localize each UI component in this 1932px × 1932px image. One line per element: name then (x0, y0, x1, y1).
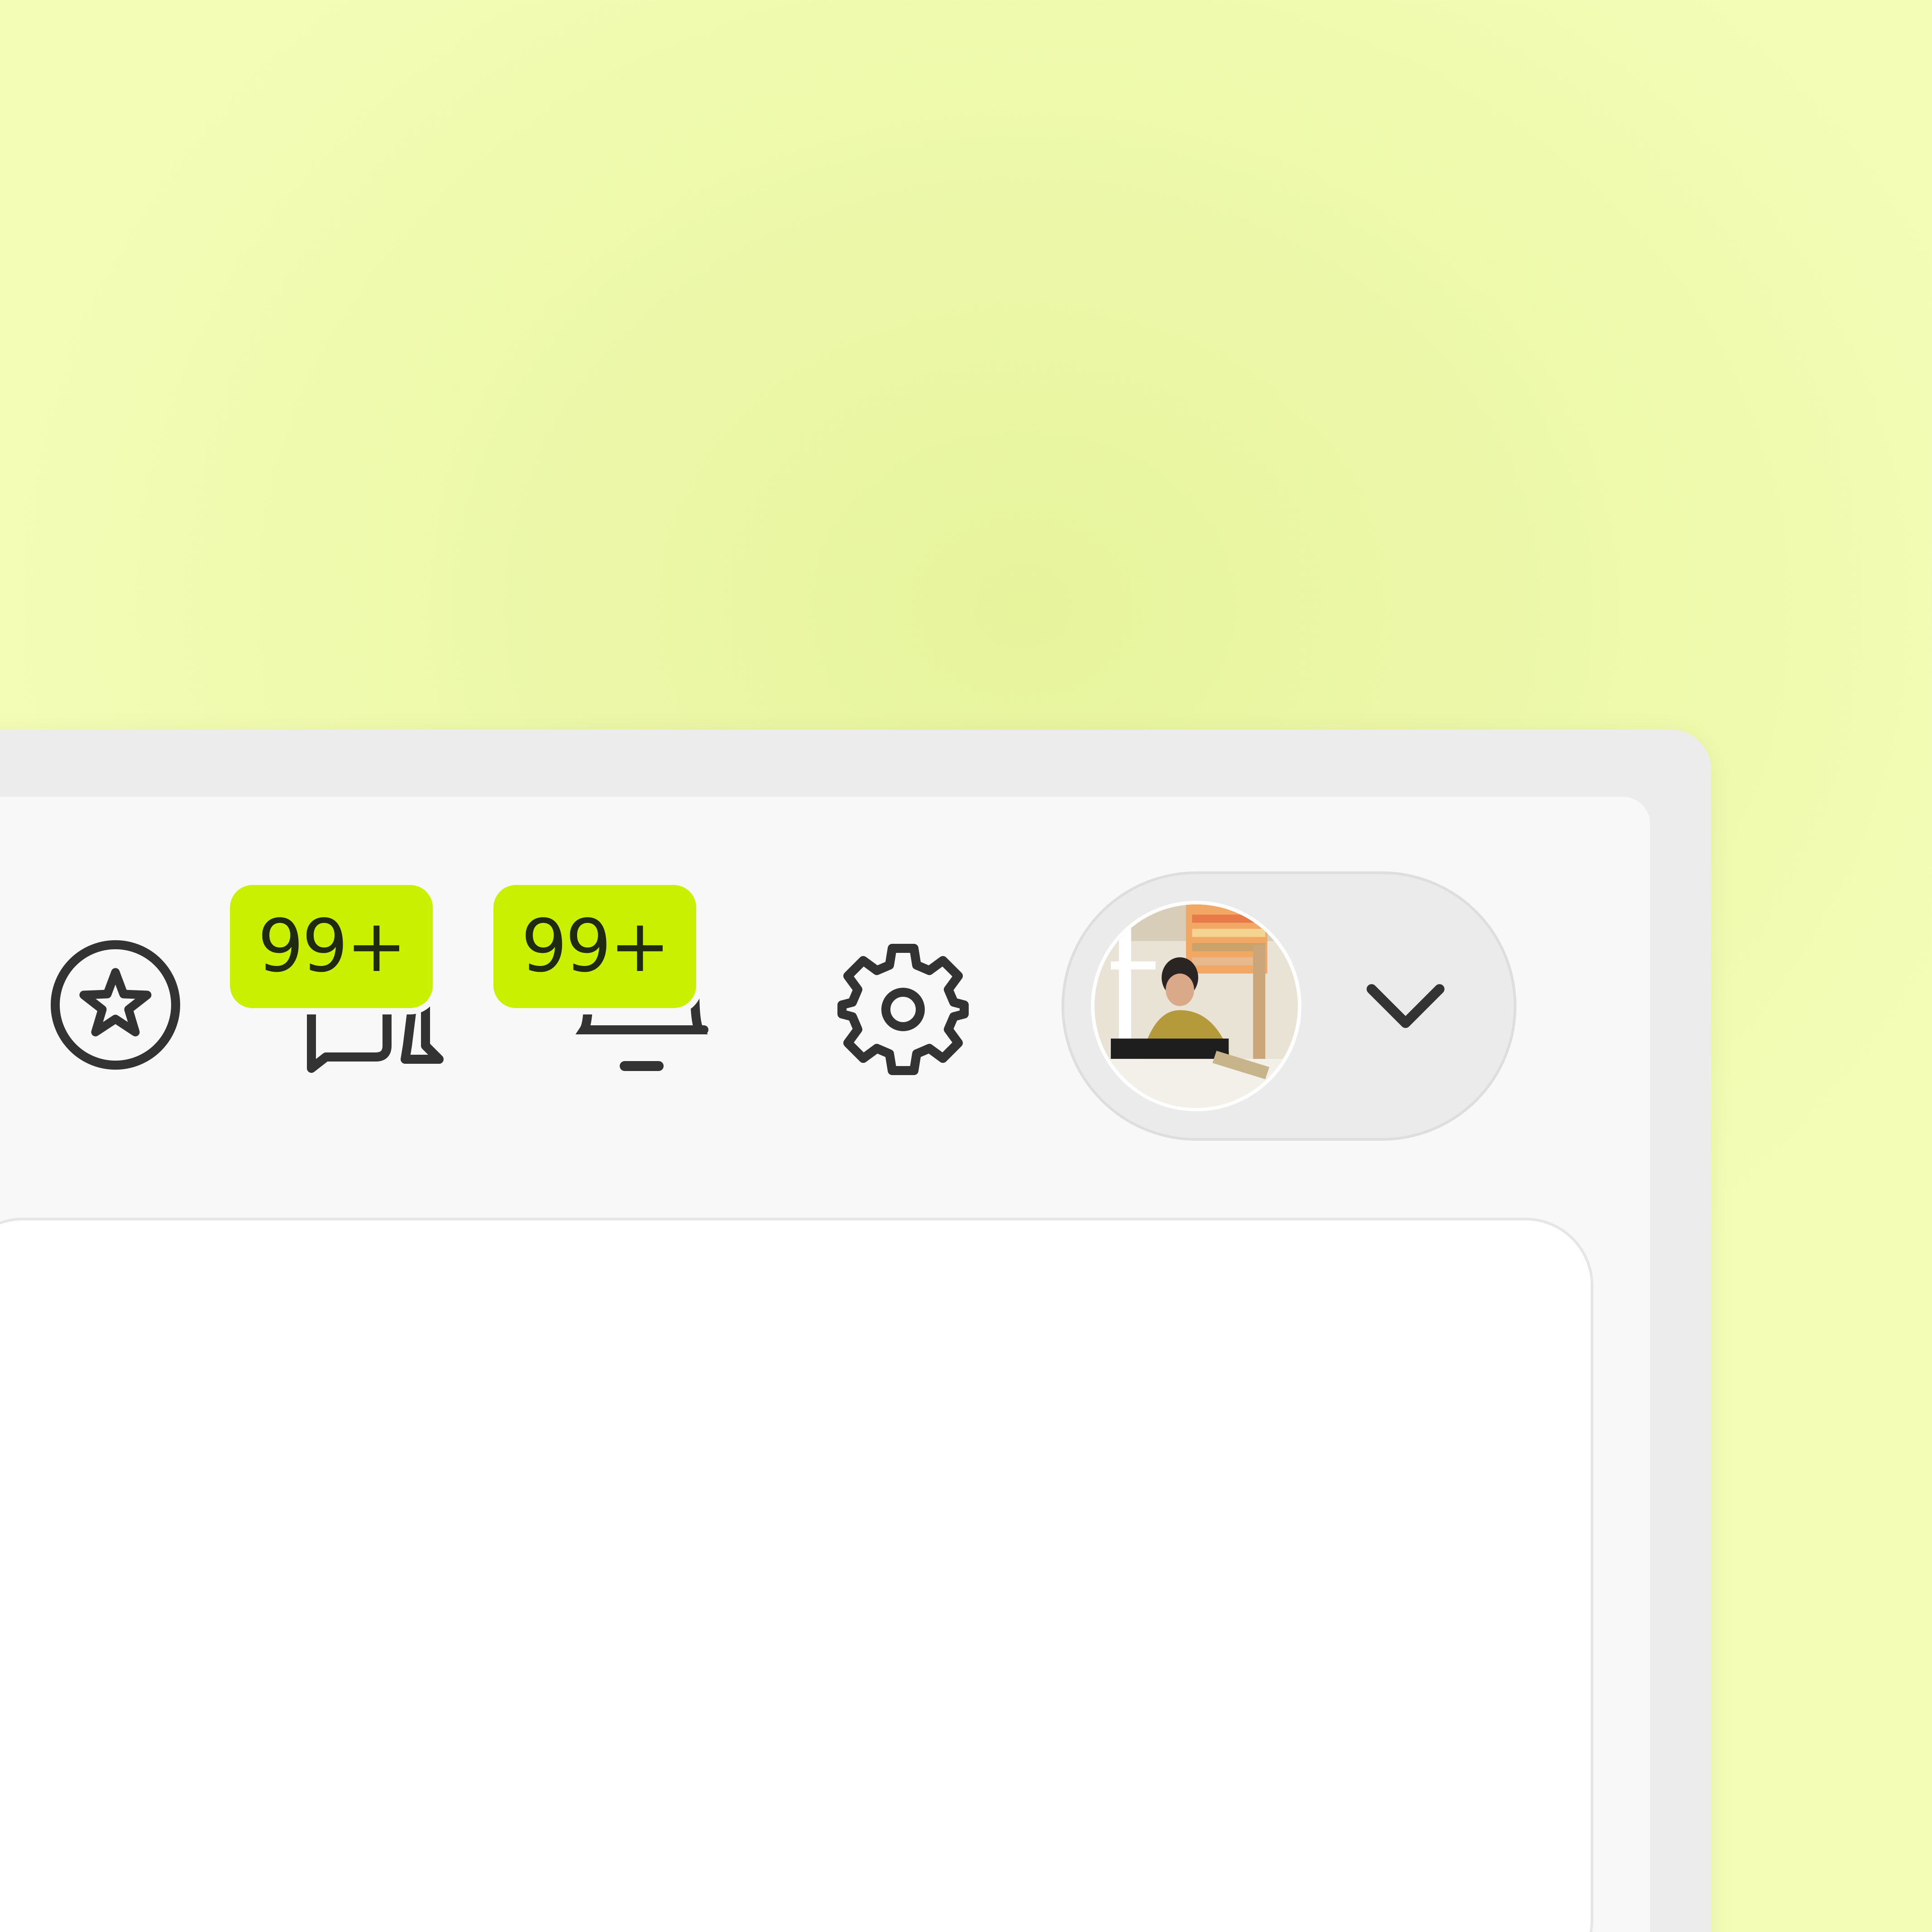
gear-icon (837, 944, 969, 1075)
notifications-badge: 99+ (493, 885, 696, 1008)
chevron-down-icon (1367, 984, 1444, 1028)
profile-menu-toggle[interactable] (1363, 978, 1449, 1037)
user-photo (1095, 904, 1298, 1108)
messages-badge: 99+ (230, 885, 433, 1008)
settings-button[interactable] (835, 942, 971, 1077)
favorites-button[interactable] (48, 937, 183, 1073)
main-content-panel (0, 1218, 1593, 1932)
star-circle-icon (51, 940, 180, 1070)
avatar[interactable] (1091, 901, 1301, 1111)
